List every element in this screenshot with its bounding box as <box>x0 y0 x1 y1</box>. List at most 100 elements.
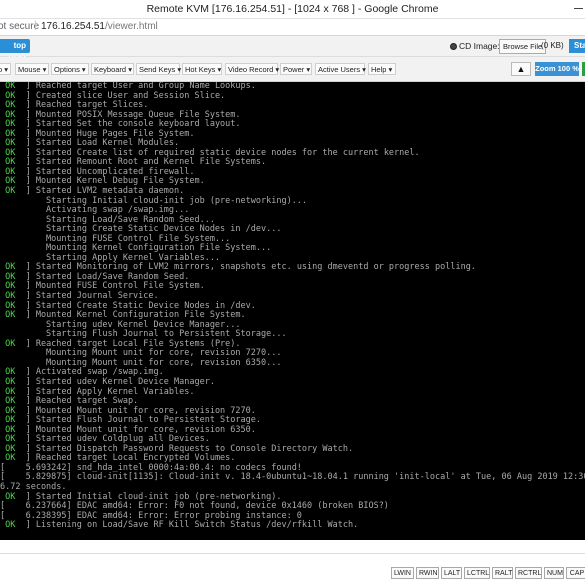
ok-status-tag: OK <box>0 300 26 311</box>
ok-status-tag: OK <box>0 367 26 378</box>
ok-status-tag: OK <box>0 176 26 187</box>
cd-file-size: (0 KB) <box>541 41 564 50</box>
menu-help[interactable]: Help ▾ <box>368 63 396 75</box>
kvm-top-toolbar: top KVM CD Image: Browse File (0 KB) Sta <box>0 36 585 64</box>
ok-status-tag: OK <box>0 147 26 158</box>
cd-image-label: CD Image: <box>450 41 500 51</box>
console-line-text: Starting udev Kernel Device Manager... <box>0 319 241 330</box>
kvm-footer: LWIN RWIN LALT LCTRL RALT RCTRL NUM CAP <box>0 541 585 585</box>
menu-options[interactable]: Options ▾ <box>51 63 89 75</box>
console-line-text: ] Started Uncomplicated firewall. <box>25 166 195 177</box>
console-line-text: ] Started Monitoring of LVM2 mirrors, sn… <box>25 262 476 273</box>
console-line-text: Activating swap /swap.img... <box>0 205 190 216</box>
browse-file-button[interactable]: Browse File <box>499 39 547 54</box>
console-line-text: ] Mounted POSIX Message Queue File Syste… <box>25 109 241 120</box>
console-line-text: Starting Apply Kernel Variables... <box>0 252 221 263</box>
key-num[interactable]: NUM <box>544 567 564 579</box>
menu-mouse[interactable]: Mouse ▾ <box>15 63 49 75</box>
console-line-text: ] Started Flush Journal to Persistent St… <box>25 415 261 426</box>
console-line-text: Mounting Mount unit for core, revision 6… <box>0 357 282 368</box>
key-rwin[interactable]: RWIN <box>416 567 439 579</box>
console-line-text: ] Reached target Slices. <box>25 100 149 111</box>
ok-status-tag: OK <box>0 109 26 120</box>
ok-status-tag: OK <box>0 453 26 464</box>
ok-status-tag: OK <box>0 186 26 197</box>
console-line-text: ] Reached target Swap. <box>25 396 139 407</box>
console-line-text: ] Mounted Kernel Configuration File Syst… <box>25 310 246 321</box>
menu-hot-keys[interactable]: Hot Keys ▾ <box>182 63 222 75</box>
console-line-text: ] Started LVM2 metadata daemon. <box>25 186 185 197</box>
remote-console-screen[interactable]: OK ] Reached target User and Group Name … <box>0 82 585 540</box>
console-line-text: ] Started Create list of required static… <box>25 147 420 158</box>
console-line-text: ] Started Load Kernel Modules. <box>25 138 180 149</box>
console-line-text: ] Started Apply Kernel Variables. <box>25 386 195 397</box>
ok-status-tag: OK <box>0 396 26 407</box>
start-media-button[interactable]: Sta <box>569 39 585 53</box>
console-line-text: ] Listening on Load/Save RF Kill Switch … <box>25 520 359 531</box>
ok-status-tag: OK <box>0 415 26 426</box>
ok-status-tag: OK <box>0 443 26 454</box>
console-line-text: [ 5.693242] snd_hda_intel 0000:4a:00.4: … <box>0 462 302 473</box>
ok-status-tag: OK <box>0 520 26 531</box>
minimize-icon[interactable] <box>574 8 583 9</box>
warning-triangle-icon[interactable]: ▲ <box>511 62 531 76</box>
console-line-text: Starting Load/Save Random Seed... <box>0 214 215 225</box>
ok-status-tag: OK <box>0 376 26 387</box>
console-line: [ 5.829875] cloud-init[1135]: Cloud-init… <box>0 473 585 483</box>
console-line-text: ] Started Remount Root and Kernel File S… <box>25 157 267 168</box>
console-line-text: ] Started udev Coldplug all Devices. <box>25 434 210 445</box>
ok-status-tag: OK <box>0 262 26 273</box>
ok-status-tag: OK <box>0 291 26 302</box>
menu-keyboard[interactable]: Keyboard ▾ <box>91 63 134 75</box>
ok-status-tag: OK <box>0 119 26 130</box>
zoom-button[interactable]: Zoom 100 % <box>535 62 579 76</box>
menu-active-users[interactable]: Active Users ▾ <box>315 63 366 75</box>
cd-icon <box>450 43 457 50</box>
stop-kvm-button[interactable]: top KVM <box>0 39 30 64</box>
console-line: OK ] Listening on Load/Save RF Kill Swit… <box>0 520 585 531</box>
ok-status-tag: OK <box>0 166 26 177</box>
console-line-text: ] Started Set the console keyboard layou… <box>25 119 241 130</box>
key-lwin[interactable]: LWIN <box>391 567 414 579</box>
ok-status-tag: OK <box>0 491 26 502</box>
ok-status-tag: OK <box>0 386 26 397</box>
key-rctrl[interactable]: RCTRL <box>515 567 542 579</box>
ok-status-tag: OK <box>0 424 26 435</box>
menu-send-keys[interactable]: Send Keys ▾ <box>136 63 181 75</box>
console-line-text: Mounting FUSE Control File System... <box>0 233 231 244</box>
console-line-text: ] Mounted Mount unit for core, revision … <box>25 405 256 416</box>
url-text[interactable]: 176.16.254.51/viewer.html <box>41 21 158 32</box>
key-cap[interactable]: CAP <box>566 567 585 579</box>
console-line-text: Mounting Mount unit for core, revision 7… <box>0 348 282 359</box>
address-bar[interactable]: ot secure | 176.16.254.51/viewer.html <box>0 19 585 36</box>
console-line-text: [ 6.237664] EDAC amd64: Error: F0 not fo… <box>0 501 389 512</box>
ok-status-tag: OK <box>0 157 26 168</box>
ok-status-tag: OK <box>0 405 26 416</box>
console-line-text: ] Started Dispatch Password Requests to … <box>25 443 354 454</box>
console-line-text: Starting Initial cloud-init job (pre-net… <box>0 195 308 206</box>
kvm-menu-toolbar: o ▾ Mouse ▾ Options ▾ Keyboard ▾ Send Ke… <box>0 57 585 82</box>
console-line-text: ] Reached target Local File Systems (Pre… <box>25 338 241 349</box>
url-path: /viewer.html <box>104 21 158 32</box>
url-host: 176.16.254.51 <box>41 21 105 32</box>
menu-power[interactable]: Power ▾ <box>280 63 312 75</box>
console-line-text: ] Started Initial cloud-init job (pre-ne… <box>25 491 282 502</box>
console-line-text: ] Started udev Kernel Device Manager. <box>25 376 215 387</box>
console-line-text: [ 6.238395] EDAC amd64: Error: Error pro… <box>0 510 302 521</box>
key-lalt[interactable]: LALT <box>441 567 462 579</box>
key-ralt[interactable]: RALT <box>492 567 513 579</box>
key-lctrl[interactable]: LCTRL <box>464 567 490 579</box>
ok-status-tag: OK <box>0 310 26 321</box>
ok-status-tag: OK <box>0 281 26 292</box>
console-line-text: ] Mounted Kernel Debug File System. <box>25 176 205 187</box>
console-line-text: [ 5.829875] cloud-init[1135]: Cloud-init… <box>0 472 585 483</box>
ok-status-tag: OK <box>0 128 26 139</box>
cd-image-text: CD Image: <box>459 41 500 51</box>
console-line-text: ] Started Load/Save Random Seed. <box>25 271 190 282</box>
menu-video-record[interactable]: Video Record ▾ <box>225 63 279 75</box>
console-line-text: ] Mounted Mount unit for core, revision … <box>25 424 256 435</box>
console-line-text: Starting Flush Journal to Persistent Sto… <box>0 329 287 340</box>
menu-video[interactable]: o ▾ <box>0 63 11 75</box>
console-line-text: ] Activated swap /swap.img. <box>25 367 164 378</box>
ok-status-tag: OK <box>0 434 26 445</box>
